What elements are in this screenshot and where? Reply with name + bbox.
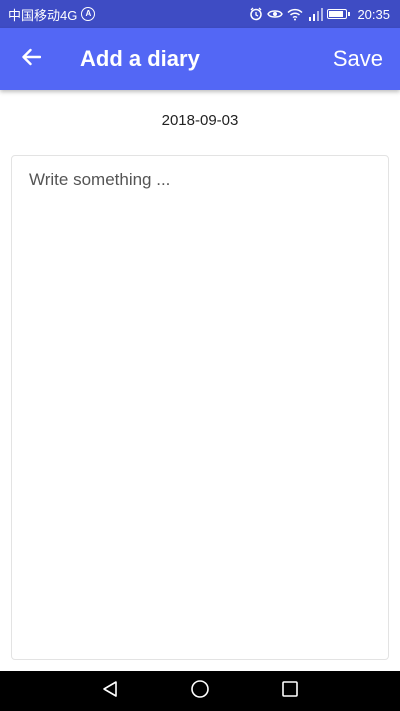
status-right: 20:35 xyxy=(249,7,390,22)
recents-square-icon xyxy=(281,680,299,703)
status-bar: 中国移动4G A 20:35 xyxy=(0,0,400,28)
nav-home-button[interactable] xyxy=(189,679,211,704)
clock-time: 20:35 xyxy=(357,6,390,22)
system-nav-bar xyxy=(0,671,400,711)
arrow-left-icon xyxy=(21,48,42,71)
screen: 中国移动4G A 20:35 Add a diary Save 2018-09-… xyxy=(0,0,400,711)
diary-text-input[interactable] xyxy=(12,156,388,659)
app-bar: Add a diary Save xyxy=(0,28,400,90)
back-button[interactable] xyxy=(0,28,62,90)
status-left: 中国移动4G A xyxy=(8,5,96,24)
home-circle-icon xyxy=(190,679,210,704)
alarm-icon xyxy=(249,7,263,21)
battery-icon xyxy=(327,9,351,19)
nav-recents-button[interactable] xyxy=(279,680,301,702)
carrier-label: 中国移动4G xyxy=(8,7,78,23)
battery-fill xyxy=(329,11,343,17)
diary-date[interactable]: 2018-09-03 xyxy=(0,112,400,129)
wifi-icon xyxy=(287,8,303,21)
nav-back-button[interactable] xyxy=(99,680,121,702)
page-title: Add a diary xyxy=(80,46,200,71)
diary-card xyxy=(11,155,389,660)
back-triangle-icon xyxy=(101,680,119,703)
carrier-badge-icon: A xyxy=(81,7,96,21)
signal-icon xyxy=(307,7,324,21)
eye-icon xyxy=(267,8,284,20)
save-button[interactable]: Save xyxy=(323,28,400,90)
